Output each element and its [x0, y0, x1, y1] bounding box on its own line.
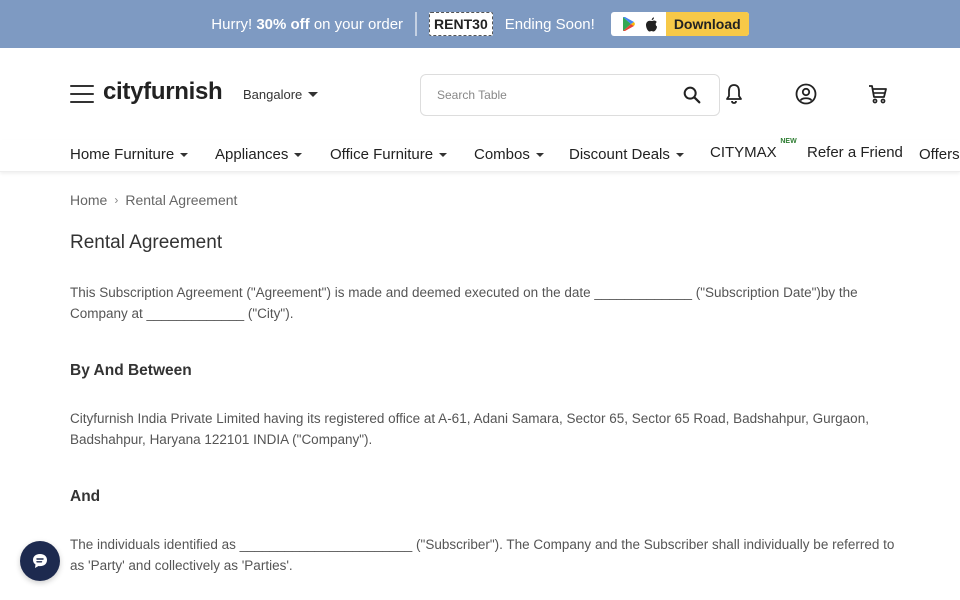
caret-down-icon	[294, 152, 303, 157]
bell-icon[interactable]	[722, 82, 746, 106]
category-nav: Home Furniture Appliances Office Furnitu…	[0, 138, 960, 172]
nav-item-offers[interactable]: Offers	[919, 146, 960, 163]
subscriber-paragraph: The individuals identified as __________…	[70, 537, 895, 573]
section-heading-by-and-between: By And Between	[70, 362, 192, 379]
nav-item-office-furniture[interactable]: Office Furniture	[330, 146, 448, 163]
main-content: Home › Rental Agreement Rental Agreement…	[70, 184, 900, 576]
nav-label: Appliances	[215, 146, 289, 163]
section-heading-and: And	[70, 488, 101, 505]
breadcrumb-home-link[interactable]: Home	[70, 192, 107, 208]
download-label: Download	[665, 12, 749, 36]
city-selector[interactable]: Bangalore	[243, 87, 319, 102]
nav-label: Refer a Friend	[807, 144, 903, 161]
nav-item-citymax[interactable]: CITYMAX NEW	[710, 138, 797, 161]
nav-label: CITYMAX	[710, 144, 777, 161]
google-play-icon	[622, 17, 635, 31]
apple-icon	[645, 16, 657, 31]
chat-bubble-icon	[33, 554, 47, 568]
promo-ending-text: Ending Soon!	[504, 15, 595, 33]
city-label: Bangalore	[243, 87, 303, 102]
nav-item-refer-a-friend[interactable]: Refer a Friend	[807, 144, 903, 161]
store-icons	[611, 16, 666, 32]
nav-item-home-furniture[interactable]: Home Furniture	[70, 146, 189, 163]
page-title: Rental Agreement	[70, 232, 223, 253]
nav-item-appliances[interactable]: Appliances	[215, 146, 303, 163]
nav-item-combos[interactable]: Combos	[474, 146, 544, 163]
caret-down-icon	[535, 152, 544, 157]
search-input[interactable]	[437, 88, 681, 102]
search-icon[interactable]	[681, 84, 703, 106]
download-app-button[interactable]: Download	[610, 12, 749, 36]
search-box	[420, 74, 720, 116]
cart-icon[interactable]	[866, 82, 890, 106]
intro-paragraph: This Subscription Agreement ("Agreement"…	[70, 285, 858, 321]
promo-lead: Hurry!	[211, 15, 253, 33]
breadcrumb: Home › Rental Agreement	[70, 192, 900, 208]
chevron-right-icon: ›	[114, 193, 119, 207]
caret-down-icon	[180, 152, 189, 157]
nav-label: Discount Deals	[569, 146, 670, 163]
promo-text: Hurry! 30% off on your order	[211, 16, 403, 33]
nav-label: Home Furniture	[70, 146, 175, 163]
nav-label: Office Furniture	[330, 146, 434, 163]
promo-divider	[415, 12, 418, 36]
site-logo[interactable]: cityfurnish	[103, 78, 223, 106]
user-account-icon[interactable]	[794, 82, 818, 106]
breadcrumb-current: Rental Agreement	[125, 192, 238, 208]
coupon-code[interactable]: RENT30	[429, 12, 493, 36]
nav-item-discount-deals[interactable]: Discount Deals	[569, 146, 684, 163]
promo-discount: 30% off	[256, 15, 310, 33]
nav-label: Combos	[474, 146, 530, 163]
company-paragraph: Cityfurnish India Private Limited having…	[70, 411, 869, 447]
promo-tail: on your order	[313, 15, 404, 33]
caret-down-icon	[308, 92, 319, 97]
hamburger-menu-icon[interactable]	[70, 85, 94, 103]
nav-label: Offers	[919, 146, 960, 163]
promo-bar: Hurry! 30% off on your order RENT30 Endi…	[0, 0, 960, 48]
new-badge: NEW	[780, 138, 797, 145]
chat-button[interactable]	[20, 541, 60, 581]
caret-down-icon	[675, 152, 684, 157]
caret-down-icon	[439, 152, 448, 157]
